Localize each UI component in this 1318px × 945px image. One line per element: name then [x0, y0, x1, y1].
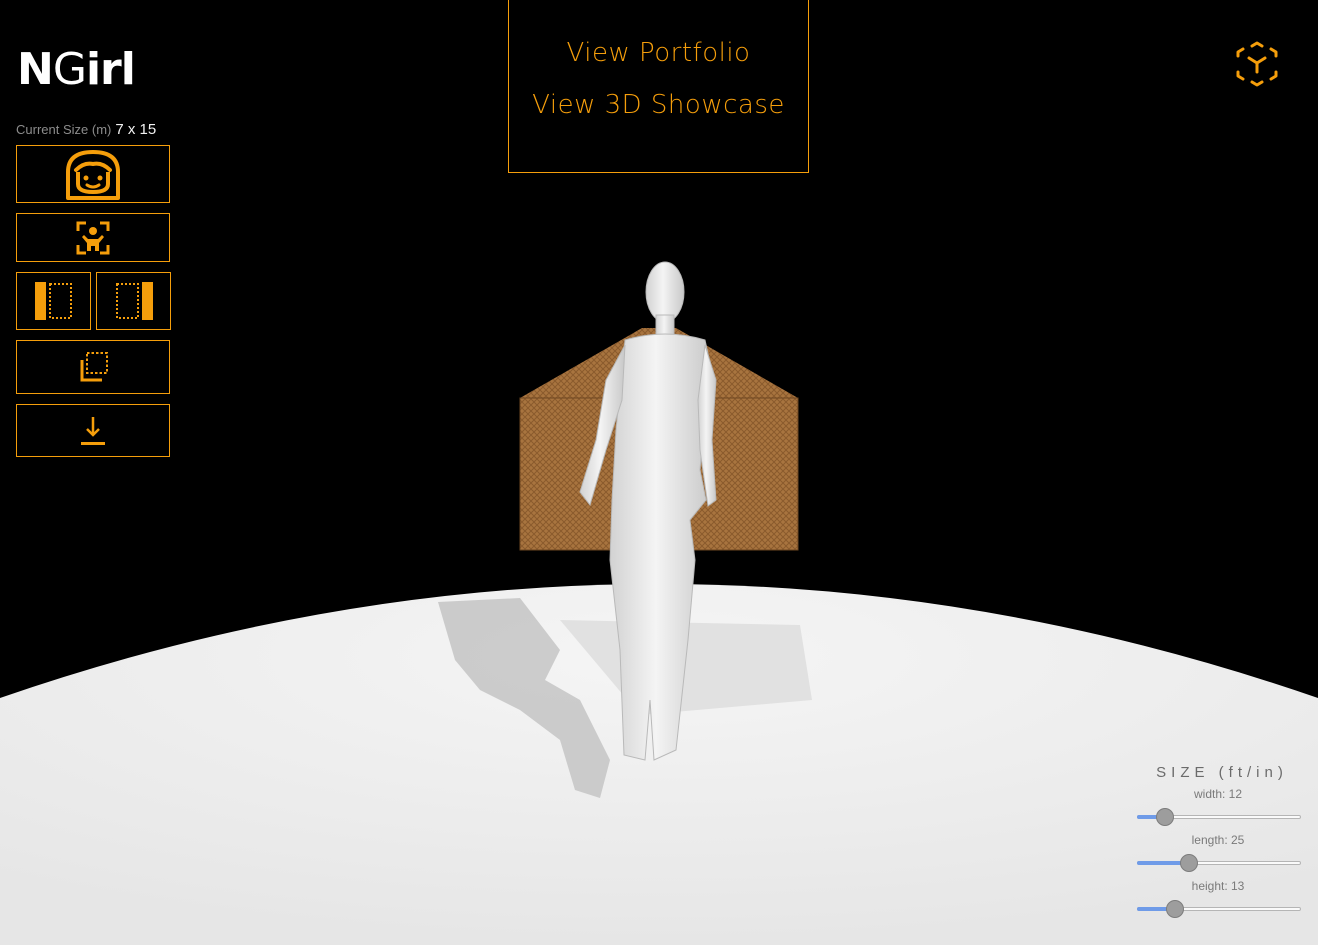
copy-layers-icon [80, 352, 108, 382]
ar-view-button[interactable] [1234, 41, 1280, 87]
width-slider[interactable] [1137, 808, 1301, 826]
brand-part-2: G [52, 44, 87, 95]
download-icon [81, 416, 105, 445]
length-slider[interactable] [1137, 854, 1301, 872]
slider-thumb[interactable] [1180, 854, 1199, 872]
girl-face-icon [66, 150, 120, 200]
size-panel: SIZE (ft/in) width: 12 length: 25 height… [1132, 764, 1304, 918]
copy-layers-button[interactable] [16, 340, 170, 394]
view-portfolio-link[interactable]: View Portfolio [509, 38, 808, 68]
height-slider-label: height: 13 [1191, 879, 1245, 893]
size-panel-title: SIZE (ft/in) [1156, 764, 1288, 781]
view-menu: View Portfolio View 3D Showcase [508, 0, 809, 173]
download-button[interactable] [16, 404, 170, 457]
height-slider[interactable] [1137, 900, 1301, 918]
current-size-value: 7 x 15 [115, 121, 157, 138]
length-slider-label: length: 25 [1191, 833, 1245, 847]
panel-right-button[interactable] [96, 272, 171, 330]
view-3d-showcase-link[interactable]: View 3D Showcase [509, 90, 808, 120]
person-focus-icon [76, 221, 110, 254]
slider-thumb[interactable] [1165, 900, 1184, 918]
slider-thumb[interactable] [1155, 808, 1174, 826]
ar-cube-icon [1236, 41, 1278, 87]
panel-right-icon [115, 282, 153, 320]
brand-part-3: irl [85, 44, 136, 95]
width-slider-label: width: 12 [1193, 787, 1243, 801]
brand-logo: NGirl [17, 44, 136, 96]
brand-part-1: N [17, 44, 54, 95]
current-size: Current Size (m) 7 x 15 [16, 121, 176, 139]
avatar-button[interactable] [16, 145, 170, 203]
panel-left-icon [34, 282, 72, 320]
panel-left-button[interactable] [16, 272, 91, 330]
person-focus-button[interactable] [16, 213, 170, 262]
current-size-label: Current Size (m) [16, 122, 112, 137]
